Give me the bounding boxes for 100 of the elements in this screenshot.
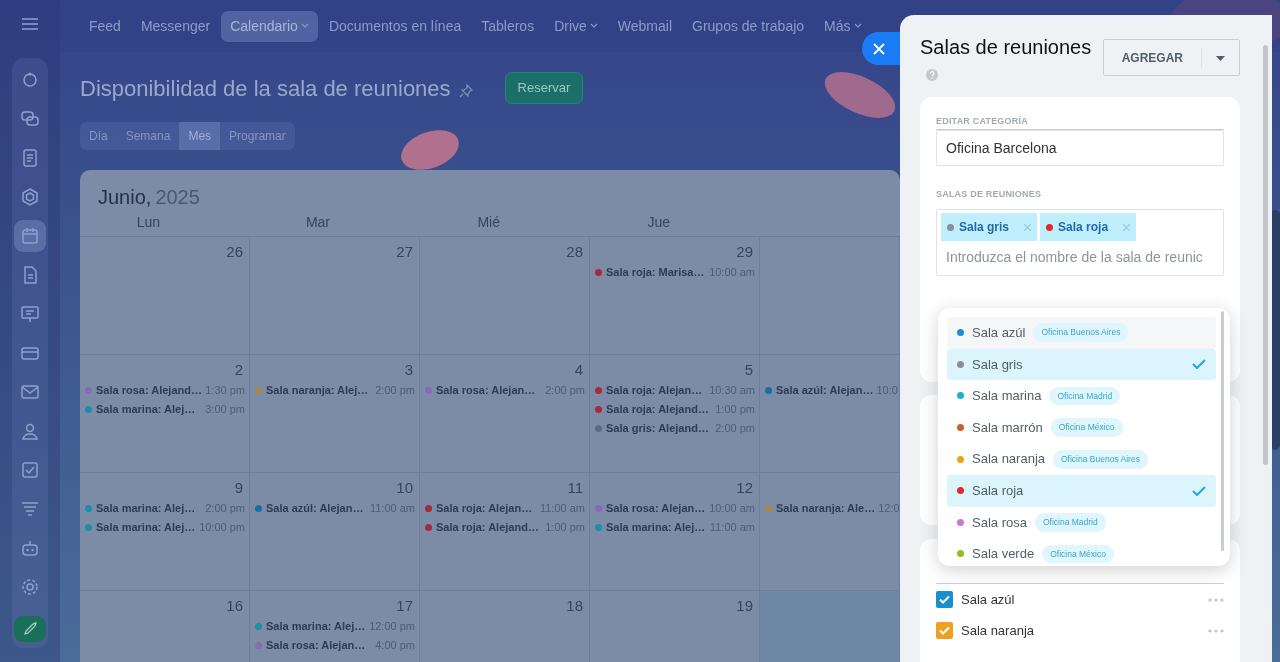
day-number: 18 — [566, 597, 583, 614]
nav-tab[interactable]: Grupos de trabajo — [683, 10, 814, 42]
check-icon — [939, 626, 950, 635]
event-title: Sala rosa: Alejan… — [266, 638, 366, 654]
office-tag: Oficina México — [1042, 544, 1114, 564]
room-option[interactable]: Sala roja — [947, 474, 1216, 507]
nav-tab[interactable]: Feed — [80, 10, 130, 42]
close-icon — [873, 42, 885, 55]
room-option[interactable]: Sala rosa Oficina Madrid — [947, 506, 1216, 539]
presentation-icon — [21, 305, 39, 323]
weekday-label: Mié — [476, 213, 501, 232]
nav-tab[interactable]: Drive — [545, 10, 607, 42]
room-name: Sala naranja — [972, 450, 1045, 469]
menu-icon — [22, 18, 38, 30]
day-cell[interactable]: 18 — [420, 591, 590, 662]
month-label: Junio, — [98, 185, 152, 210]
day-number: 16 — [226, 597, 243, 614]
view-tab[interactable]: Día — [80, 122, 117, 150]
room-option[interactable]: Sala marrón Oficina México — [947, 411, 1216, 444]
room-name: Sala gris — [972, 355, 1023, 374]
view-tab[interactable]: Programar — [220, 122, 295, 150]
event-title: Sala roja: Alejan… — [436, 501, 533, 517]
card-icon — [21, 344, 39, 362]
hexagon-icon — [21, 188, 39, 206]
mail-icon — [21, 383, 39, 401]
office-tag: Oficina México — [1050, 418, 1123, 437]
document-icon — [21, 149, 39, 167]
room-name: Sala marrón — [972, 418, 1043, 437]
caret-icon — [1216, 55, 1225, 61]
day-cell[interactable]: 27 — [250, 237, 420, 355]
nav-tab[interactable]: Webmail — [608, 10, 681, 42]
room-name: Sala azúl — [961, 590, 1015, 609]
event-title: Sala roja: Marisa… — [606, 265, 705, 281]
event-title: Sala roja: Alejan… — [606, 383, 703, 399]
remove-icon[interactable] — [1123, 223, 1131, 231]
event-title: Sala azúl: Alejan… — [776, 383, 874, 399]
more-icon — [1208, 598, 1224, 603]
weekday-label: Jue — [646, 213, 671, 232]
day-number: 2 — [234, 361, 243, 378]
room-option[interactable]: Sala marina Oficina Madrid — [947, 380, 1216, 412]
reserve-button[interactable]: Reservar — [504, 72, 584, 104]
weekday-label: Lun — [135, 213, 161, 232]
checkbox-icon — [21, 461, 39, 479]
event-title: Sala rosa: Alejan… — [606, 501, 706, 517]
event-title: Sala roja: Alejand… — [436, 520, 539, 536]
nav-tab[interactable]: Messenger — [131, 10, 220, 42]
day-number: 27 — [396, 243, 413, 260]
pin-icon[interactable] — [458, 84, 473, 98]
office-tag: Oficina Buenos Aires — [1053, 449, 1148, 469]
day-number: 28 — [566, 243, 583, 260]
chat-icon — [21, 110, 39, 128]
close-button[interactable] — [862, 32, 900, 65]
event-title: Sala naranja: Ale… — [776, 501, 876, 517]
day-number: 10 — [396, 479, 413, 496]
room-name: Sala azúl — [972, 324, 1026, 343]
checkbox[interactable] — [936, 622, 953, 639]
day-number: 4 — [574, 361, 583, 378]
room-option[interactable]: Sala naranja Oficina Buenos Aires — [947, 443, 1216, 475]
event-title: Sala naranja: Alej… — [266, 383, 369, 399]
activity-icon — [21, 71, 39, 89]
nav-tab[interactable]: Documentos en línea — [319, 10, 471, 42]
remove-icon[interactable] — [1024, 223, 1032, 231]
check-icon — [939, 595, 950, 604]
help-icon[interactable] — [926, 68, 938, 81]
scrollbar[interactable] — [1263, 45, 1268, 465]
event-title: Sala roja: Alejand… — [606, 402, 709, 418]
room-tag-field[interactable]: Sala gris Sala roja Introduzca el nombre de la sala de reunic — [936, 209, 1224, 276]
event-title: Sala marina: Alej… — [606, 520, 706, 536]
day-number: 11 — [567, 479, 583, 496]
room-name: Sala roja — [972, 482, 1024, 500]
room-option[interactable]: Sala azúl Oficina Buenos Aires — [947, 317, 1216, 349]
nav-tab[interactable]: Tableros — [472, 10, 544, 42]
more-icon — [1208, 629, 1224, 634]
room-chip[interactable]: Sala roja — [1040, 213, 1137, 241]
check-icon — [1192, 485, 1206, 496]
room-option[interactable]: Sala gris — [947, 348, 1216, 381]
checkbox[interactable] — [936, 591, 953, 608]
room-chip[interactable]: Sala gris — [941, 213, 1038, 241]
sidebar-item[interactable] — [14, 220, 46, 252]
day-number: 3 — [404, 361, 413, 378]
room-option[interactable]: Sala verde Oficina México — [947, 538, 1216, 570]
view-tab[interactable]: Mes — [179, 122, 221, 150]
calendar-icon — [21, 227, 39, 245]
rocket-button[interactable] — [14, 616, 46, 642]
event-title: Sala marina: Alej… — [96, 501, 196, 517]
day-cell[interactable]: 28 — [420, 237, 590, 355]
day-number: 5 — [744, 361, 753, 378]
event-title: Sala rosa: Alejan… — [436, 383, 536, 399]
section-label: SALAS DE REUNIONES — [936, 187, 1043, 201]
category-name-field[interactable]: Oficina Barcelona — [936, 129, 1224, 166]
view-tab[interactable]: Semana — [116, 122, 180, 150]
file-icon — [21, 266, 39, 284]
day-cell[interactable]: 16 — [80, 591, 250, 662]
event-title: Sala azúl: Alejan… — [266, 501, 364, 517]
scrollbar[interactable] — [1221, 311, 1224, 551]
day-number: 9 — [234, 479, 243, 496]
people-icon — [21, 422, 39, 440]
office-tag: Oficina Buenos Aires — [1033, 323, 1129, 343]
day-cell[interactable]: 26 — [80, 237, 250, 355]
nav-tab[interactable]: Calendario — [221, 10, 318, 42]
